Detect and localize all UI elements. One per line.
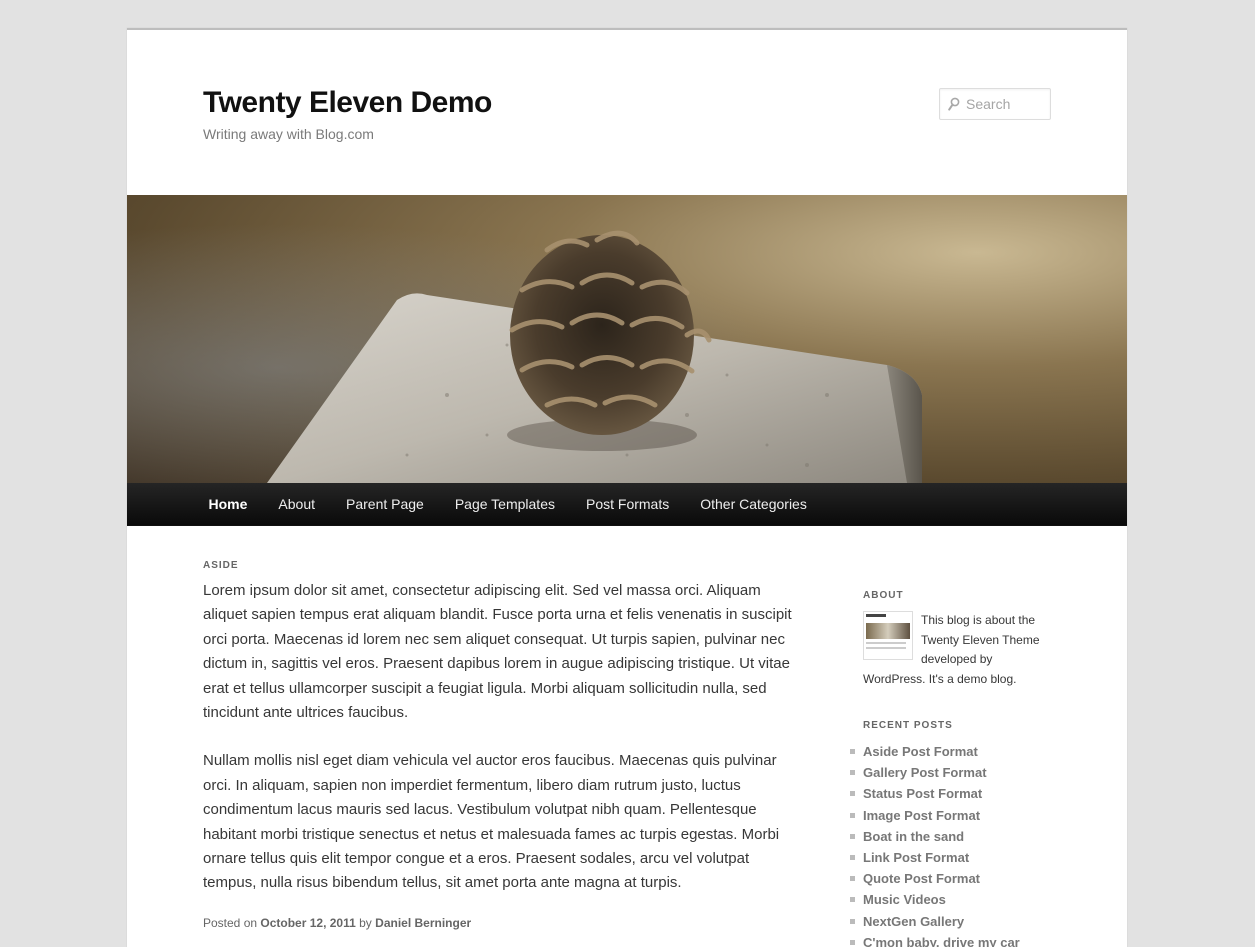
recent-post-link[interactable]: Link Post Format [850,847,1053,868]
recent-post-link[interactable]: Music Videos [850,889,1053,910]
recent-post-link[interactable]: Quote Post Format [850,868,1053,889]
sidebar: ABOUT This blog is about the Twenty Elev… [850,590,1053,947]
site-title[interactable]: Twenty Eleven Demo [203,86,492,120]
main-navigation: Home About Parent Page Page Templates Po… [127,483,1127,526]
nav-item-other-categories[interactable]: Other Categories [685,483,823,525]
post-paragraph: Nullam mollis nisl eget diam vehicula ve… [203,752,780,892]
nav-item-page-templates[interactable]: Page Templates [439,483,570,525]
thumbnail-text-line [866,642,906,644]
post-meta: Posted on October 12, 2011 by Daniel Ber… [203,916,793,930]
nav-item-about[interactable]: About [263,483,331,525]
header-image[interactable] [127,195,1127,483]
recent-posts-title: RECENT POSTS [863,720,953,731]
search-box[interactable] [939,88,1051,120]
post-article: ASIDE Lorem ipsum dolor sit amet, consec… [203,560,793,930]
search-icon [948,97,960,111]
post-author-link[interactable]: Daniel Berninger [375,916,471,930]
recent-post-link[interactable]: Boat in the sand [850,826,1053,847]
posted-on-label: Posted on [203,915,258,930]
post-paragraph: Lorem ipsum dolor sit amet, consectetur … [203,582,792,722]
recent-post-link[interactable]: C'mon baby, drive my car [850,932,1053,947]
recent-posts-widget: RECENT POSTS Aside Post Format Gallery P… [850,720,1053,947]
recent-post-link[interactable]: Status Post Format [850,783,1053,804]
post-date-link[interactable]: October 12, 2011 [260,916,355,930]
recent-post-link[interactable]: Gallery Post Format [850,762,1053,783]
about-widget: This blog is about the Twenty Eleven The… [863,611,1053,689]
search-input[interactable] [966,96,1044,112]
entry-format-label[interactable]: ASIDE [203,560,793,571]
nav-item-post-formats[interactable]: Post Formats [570,483,684,525]
by-label: by [359,915,372,930]
nav-item-parent-page[interactable]: Parent Page [331,483,440,525]
about-thumbnail[interactable] [863,611,913,660]
thumbnail-text-line [866,647,906,649]
page: Twenty Eleven Demo Writing away with Blo… [127,28,1127,947]
recent-post-link[interactable]: Image Post Format [850,805,1053,826]
recent-post-link[interactable]: NextGen Gallery [850,911,1053,932]
nav-item-home[interactable]: Home [193,483,263,525]
site-description: Writing away with Blog.com [203,126,374,142]
thumbnail-title-line [866,614,886,617]
thumbnail-header-image [866,623,910,639]
about-widget-title: ABOUT [863,590,904,601]
recent-post-link[interactable]: Aside Post Format [850,741,1053,762]
pinecone-on-stone-image [127,195,1127,483]
